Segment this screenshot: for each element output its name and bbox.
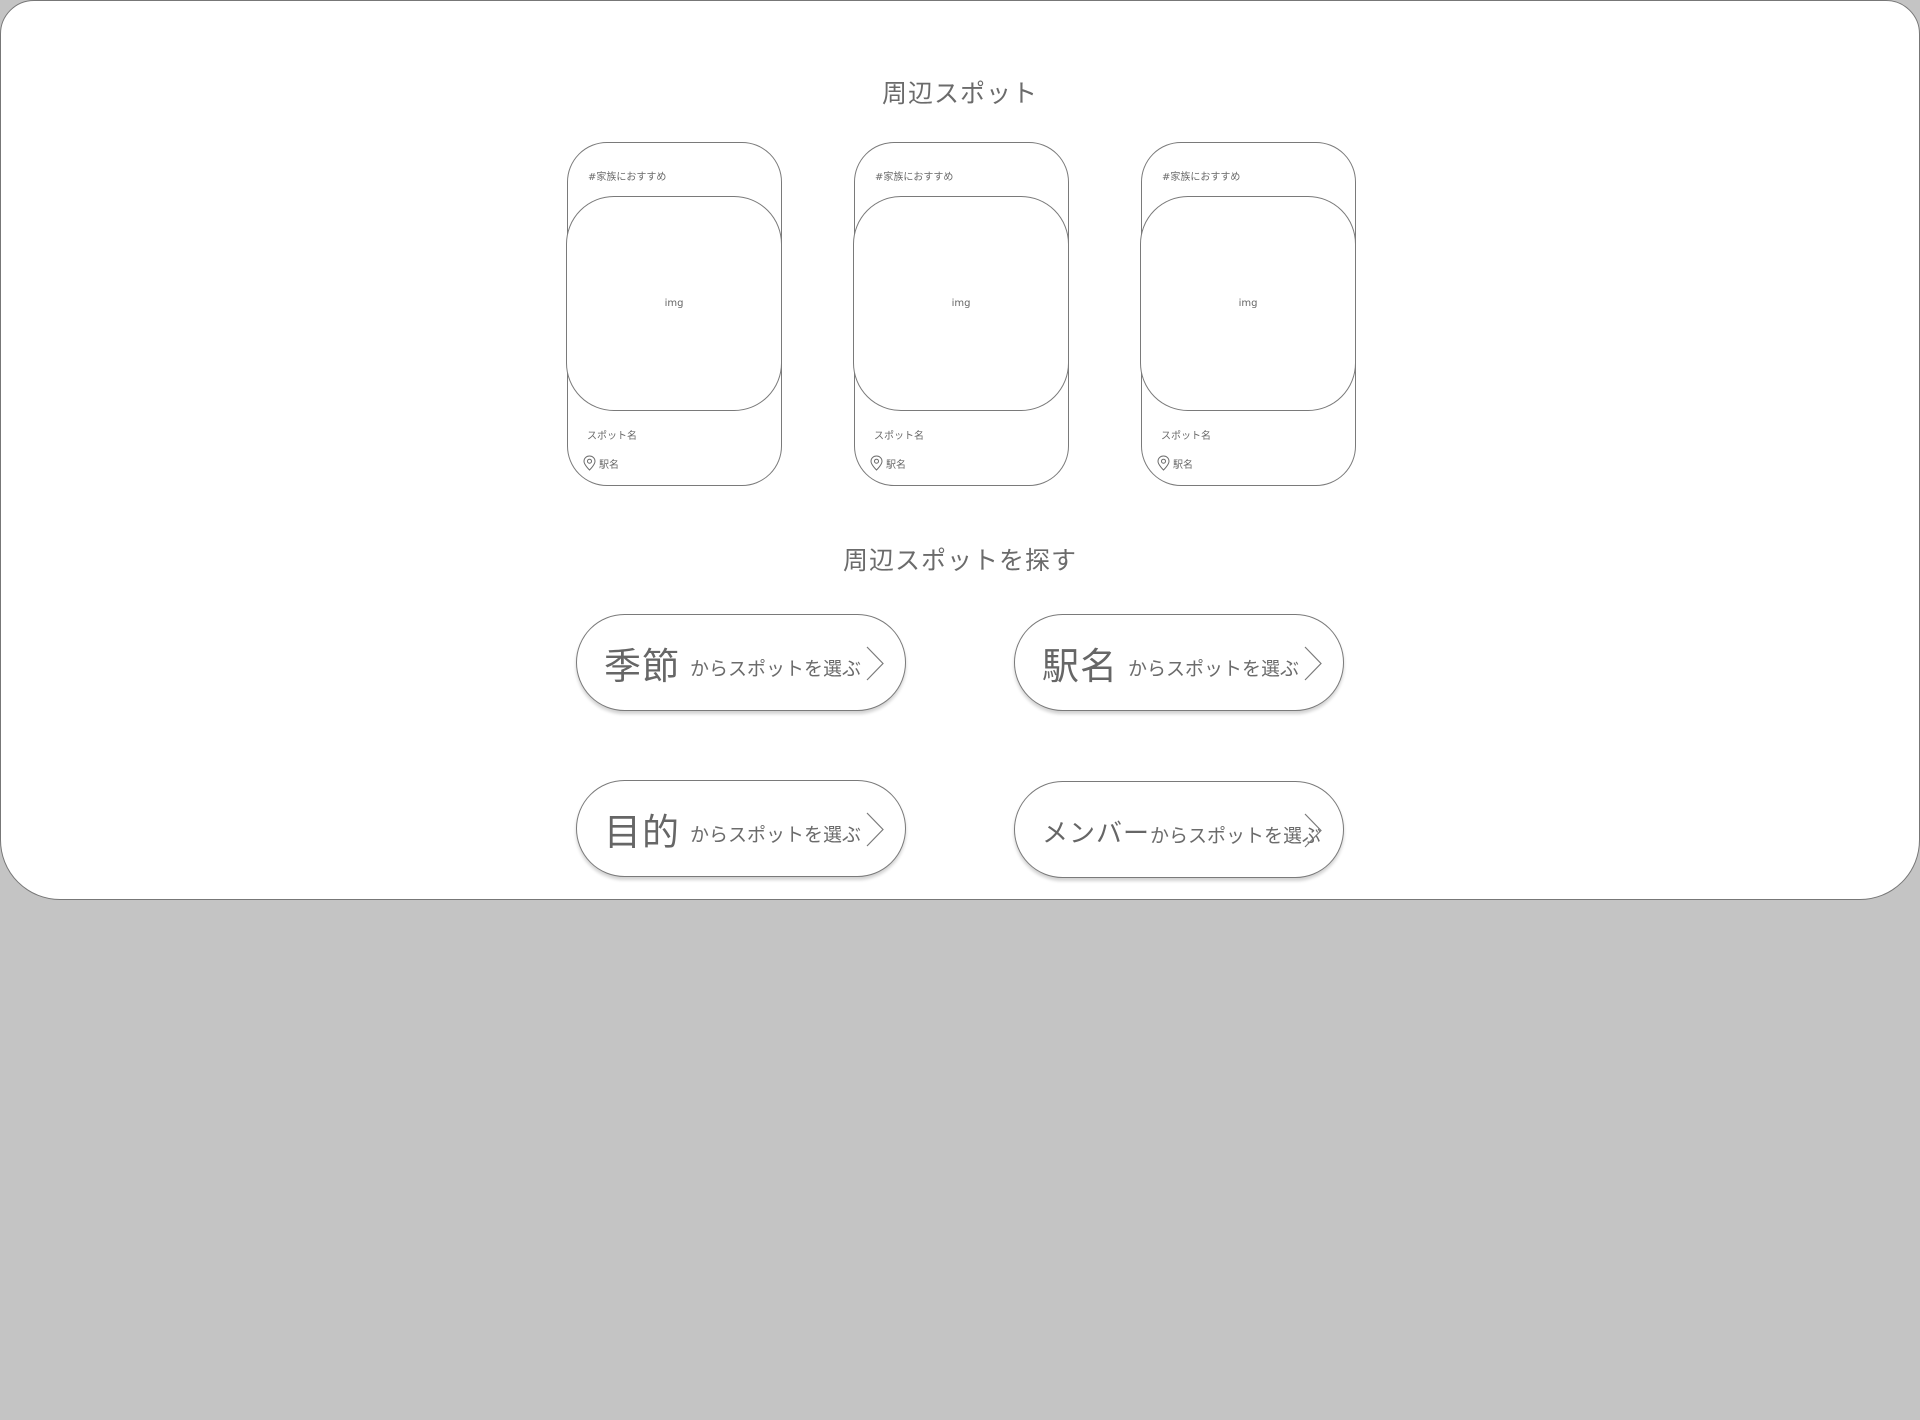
spot-card[interactable]: #家族におすすめ img スポット名 駅名 xyxy=(1140,142,1356,486)
button-sub-label: からスポットを選ぶ xyxy=(690,824,862,846)
station-row: 駅名 xyxy=(583,455,619,471)
button-sub-label: からスポットを選ぶ xyxy=(1150,825,1322,847)
spot-name: スポット名 xyxy=(587,431,637,442)
station-name: 駅名 xyxy=(599,459,619,471)
purpose-select-button[interactable]: 目的 からスポットを選ぶ xyxy=(576,780,906,877)
nearby-spots-title: 周辺スポット xyxy=(881,79,1038,108)
image-label: img xyxy=(664,298,684,309)
spot-image-placeholder: img xyxy=(853,196,1069,411)
spot-image-placeholder: img xyxy=(1140,196,1356,411)
season-select-button[interactable]: 季節 からスポットを選ぶ xyxy=(576,614,906,711)
station-select-button[interactable]: 駅名 からスポットを選ぶ xyxy=(1014,614,1344,711)
spot-name: スポット名 xyxy=(874,431,924,442)
button-main-label: 目的 xyxy=(604,810,680,854)
chevron-right-icon xyxy=(866,812,884,847)
station-row: 駅名 xyxy=(1157,455,1193,471)
chevron-right-icon xyxy=(866,646,884,681)
station-name: 駅名 xyxy=(1173,459,1193,471)
chevron-right-icon xyxy=(1304,813,1322,848)
card-tag: #家族におすすめ xyxy=(588,172,667,183)
image-label: img xyxy=(1238,298,1258,309)
map-pin-icon xyxy=(1157,455,1170,471)
station-name: 駅名 xyxy=(886,459,906,471)
spot-name: スポット名 xyxy=(1161,431,1211,442)
button-sub-label: からスポットを選ぶ xyxy=(1128,658,1300,680)
button-main-label: 駅名 xyxy=(1042,644,1118,688)
main-panel: 周辺スポット #家族におすすめ img スポット名 駅名 #家族におすすめ im… xyxy=(0,0,1920,900)
button-sub-label: からスポットを選ぶ xyxy=(690,658,862,680)
button-main-label: 季節 xyxy=(604,644,680,688)
spot-image-placeholder: img xyxy=(566,196,782,411)
spot-card[interactable]: #家族におすすめ img スポット名 駅名 xyxy=(853,142,1069,486)
spot-card[interactable]: #家族におすすめ img スポット名 駅名 xyxy=(566,142,782,486)
search-spots-title: 周辺スポットを探す xyxy=(842,546,1077,575)
map-pin-icon xyxy=(583,455,596,471)
button-main-label: メンバー xyxy=(1042,819,1151,849)
card-tag: #家族におすすめ xyxy=(1162,172,1241,183)
member-select-button[interactable]: メンバー からスポットを選ぶ xyxy=(1014,781,1344,878)
card-tag: #家族におすすめ xyxy=(875,172,954,183)
station-row: 駅名 xyxy=(870,455,906,471)
image-label: img xyxy=(951,298,971,309)
chevron-right-icon xyxy=(1304,646,1322,681)
map-pin-icon xyxy=(870,455,883,471)
